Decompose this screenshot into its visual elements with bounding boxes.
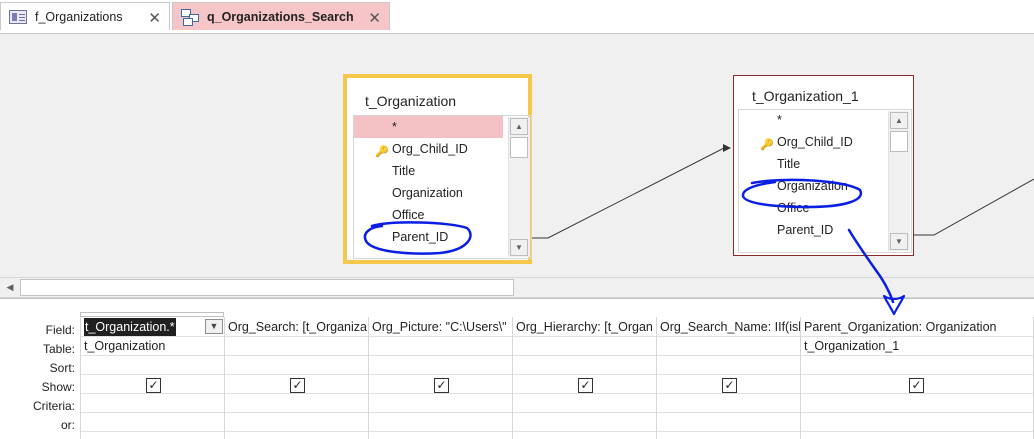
show-checkbox[interactable]: ✓ [290,378,305,393]
field-item-org-child-id[interactable]: 🔑 Org_Child_ID [354,138,503,160]
field-list-body: * 🔑 Org_Child_ID Title Organization Offic… [353,115,532,259]
vertical-scrollbar[interactable]: ▲ ▼ [508,117,530,257]
grid-column-6: Parent_Organization: Organization t_Orga… [800,317,1034,439]
query-icon [181,8,199,26]
tab-q-organizations-search[interactable]: q_Organizations_Search ✕ [172,2,390,30]
field-cell[interactable]: Org_Search_Name: IIf(isl [660,318,800,336]
scroll-thumb[interactable] [890,131,908,152]
join-line-out [914,178,1034,236]
tab-label: f_Organizations [35,9,123,24]
grid-column-2: Org_Search: [t_Organiza ✓ [224,317,369,439]
close-icon[interactable]: ✕ [368,9,381,27]
grid-column-3: Org_Picture: "C:\Users\" ✓ [368,317,513,439]
field-list-title: t_Organization_1 [752,88,859,104]
field-list-title: t_Organization [365,93,457,109]
chevron-down-icon[interactable]: ▼ [205,319,223,334]
field-list-body: * 🔑 Org_Child_ID Title Organization Offic… [738,109,912,253]
show-checkbox[interactable]: ✓ [578,378,593,393]
show-checkbox[interactable]: ✓ [434,378,449,393]
field-item-label: Org_Child_ID [392,142,468,156]
scroll-thumb[interactable] [20,279,514,296]
scroll-up-icon[interactable]: ▲ [510,118,528,135]
field-cell[interactable]: Org_Hierarchy: [t_Organ [516,318,656,336]
document-tab-bar: f_Organizations ✕ q_Organizations_Search… [0,0,1034,34]
grid-column-5: Org_Search_Name: IIf(isl ✓ [656,317,801,439]
form-icon [9,9,27,24]
grid-column-4: Org_Hierarchy: [t_Organ ✓ [512,317,657,439]
show-checkbox[interactable]: ✓ [909,378,924,393]
table-cell[interactable] [372,337,512,355]
table-cell[interactable] [228,337,368,355]
scroll-up-icon[interactable]: ▲ [890,112,908,129]
tab-label: q_Organizations_Search [207,9,354,24]
scroll-down-icon[interactable]: ▼ [510,239,528,256]
field-item-org-child-id[interactable]: 🔑 Org_Child_ID [739,131,887,153]
field-cell[interactable]: Parent_Organization: Organization [804,318,1032,336]
field-cell[interactable]: Org_Picture: "C:\Users\" [372,318,512,336]
field-item-organization[interactable]: Organization [354,182,503,204]
table-cell[interactable] [516,337,656,355]
field-item-office[interactable]: Office [354,204,503,226]
field-list-t-organization-1[interactable]: t_Organization_1 * 🔑 Org_Child_ID Title O… [733,75,914,256]
field-list-t-organization[interactable]: t_Organization * 🔑 Org_Child_ID Title Org… [343,74,532,264]
scroll-thumb[interactable] [510,137,528,158]
row-label-criteria: Criteria: [32,399,75,413]
field-item-office[interactable]: Office [739,197,887,219]
query-design-grid: Field: Table: Sort: Show: Criteria: or: … [0,298,1034,439]
scroll-down-icon[interactable]: ▼ [890,233,908,250]
field-item-all[interactable]: * [354,116,503,138]
field-cell[interactable]: t_Organization.* [84,318,224,336]
field-item-title[interactable]: Title [739,153,887,175]
field-item-organization[interactable]: Organization [739,175,887,197]
table-cell[interactable]: t_Organization_1 [804,337,1032,355]
row-label-sort: Sort: [49,361,75,375]
field-item-label: Org_Child_ID [777,135,853,149]
row-label-show: Show: [41,380,75,394]
table-cell[interactable]: t_Organization [84,337,224,355]
show-checkbox[interactable]: ✓ [722,378,737,393]
field-cell-text: t_Organization.* [84,318,176,336]
row-label-field: Field: [45,323,75,337]
show-checkbox[interactable]: ✓ [146,378,161,393]
scroll-left-icon[interactable]: ◀ [2,279,18,296]
field-item-all[interactable]: * [739,109,887,131]
join-arrow-icon [723,144,731,152]
row-label-table: Table: [42,342,75,356]
field-item-parent-id[interactable]: Parent_ID [354,226,503,248]
field-item-title[interactable]: Title [354,160,503,182]
field-cell[interactable]: Org_Search: [t_Organiza [228,318,368,336]
horizontal-scrollbar[interactable]: ◀ [0,277,1034,298]
row-label-or: or: [60,418,75,432]
vertical-scrollbar[interactable]: ▲ ▼ [888,111,910,251]
close-icon[interactable]: ✕ [148,9,161,27]
field-item-parent-id[interactable]: Parent_ID [739,219,887,241]
grid-column-1: t_Organization.* ▼ t_Organization ✓ [80,317,225,439]
tab-f-organizations[interactable]: f_Organizations ✕ [0,2,170,30]
join-line [532,147,730,239]
table-cell[interactable] [660,337,800,355]
query-design-area[interactable]: t_Organization * 🔑 Org_Child_ID Title Org… [0,34,1034,277]
